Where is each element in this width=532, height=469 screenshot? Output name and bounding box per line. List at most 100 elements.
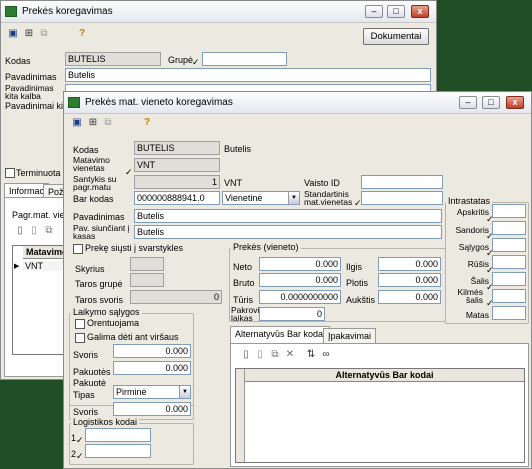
save-icon[interactable]: ▣ xyxy=(71,117,83,129)
binoculars-icon[interactable]: ∞ xyxy=(320,349,332,361)
intra-field[interactable] xyxy=(492,289,526,303)
back-kodas-field: BUTELIS xyxy=(65,52,161,66)
tab-ipakavimai[interactable]: Įpakavimai xyxy=(323,328,377,343)
back-grupe-label: Grupė xyxy=(168,55,194,65)
tab-alternatyvus[interactable]: Alternatyvūs Bar kodai xyxy=(230,326,331,343)
pakuotes-field[interactable]: 0.000 xyxy=(113,361,191,375)
log2-field[interactable] xyxy=(85,444,151,458)
aukstis-field[interactable]: 0.000 xyxy=(378,290,441,304)
documents-button[interactable]: Dokumentai xyxy=(363,28,429,45)
tipas-value: Pirminė xyxy=(116,387,147,397)
intrastatas-title: Intrastatas xyxy=(446,196,493,206)
orientuojama-checkbox[interactable] xyxy=(75,319,85,329)
help-icon[interactable]: ? xyxy=(77,28,87,40)
sort-icon[interactable]: ⇅ xyxy=(305,349,317,361)
check-icon: ✓ xyxy=(76,435,84,445)
copy-row-icon[interactable]: ⧉ xyxy=(269,349,281,361)
laikymo-title: Laikymo sąlygos xyxy=(71,307,142,317)
plotis-field[interactable]: 0.000 xyxy=(378,273,441,287)
galima-checkbox[interactable] xyxy=(75,333,85,343)
bruto-field[interactable]: 0.000 xyxy=(259,273,341,287)
intra-label: Sandoris xyxy=(455,225,489,235)
taros-svoris-field: 0 xyxy=(130,290,222,304)
prekes-title: Prekės (vieneto) xyxy=(231,242,301,252)
turis-field[interactable]: 0.0000000000 xyxy=(259,290,341,304)
intra-field[interactable] xyxy=(492,306,526,320)
log1-field[interactable] xyxy=(85,428,151,442)
back-titlebar: Prekės koregavimas – □ x xyxy=(1,1,436,23)
taros-grupe-field xyxy=(130,273,164,287)
tree-icon[interactable]: ⊞ xyxy=(22,28,36,40)
pav-siunciant-field[interactable]: Butelis xyxy=(134,225,442,239)
intra-label: Šalis xyxy=(470,276,489,286)
intra-field[interactable] xyxy=(492,221,526,235)
intra-label: Matas xyxy=(465,310,489,320)
chevron-down-icon[interactable]: ▼ xyxy=(288,192,299,204)
matavimo-label: Matavimo vienetas xyxy=(73,155,110,173)
santykis-unit: VNT xyxy=(224,178,242,188)
back-pavadinimai-label: Pavadinimai ki xyxy=(5,101,64,111)
pavadinimas-field[interactable]: Butelis xyxy=(134,209,442,223)
kodas-name: Butelis xyxy=(224,144,252,154)
ilgis-field[interactable]: 0.000 xyxy=(378,257,441,271)
pak-svoris-field[interactable]: 0.000 xyxy=(113,402,191,416)
svoris-label: Svoris xyxy=(73,350,99,360)
tree-icon[interactable]: ⊞ xyxy=(86,117,100,129)
intra-field[interactable] xyxy=(492,255,526,269)
intra-label: Apskritis xyxy=(456,207,489,217)
copy-row-icon[interactable]: ⧉ xyxy=(43,225,55,237)
back-grid-header: Matavimo xyxy=(23,246,68,259)
barkodas-field[interactable]: 000000888941.0 xyxy=(134,191,220,205)
neto-field[interactable]: 0.000 xyxy=(259,257,341,271)
close-icon[interactable]: x xyxy=(411,5,429,18)
edit-icon[interactable]: ▯ xyxy=(29,225,39,237)
row-pointer-icon: ▶ xyxy=(14,263,20,270)
maximize-icon[interactable]: □ xyxy=(482,96,500,109)
new-icon[interactable]: ▯ xyxy=(15,225,25,237)
help-icon[interactable]: ? xyxy=(142,117,152,129)
standartinis-field[interactable] xyxy=(361,191,443,205)
turis-label: Tūris xyxy=(233,295,253,305)
pav-siunciant-label: Pav. siunčiant į kasas xyxy=(73,223,130,241)
pakuotes-label: Pakuotės xyxy=(73,367,111,377)
ilgis-label: Ilgis xyxy=(346,262,363,272)
svoris-field[interactable]: 0.000 xyxy=(113,344,191,358)
back-pavadinimas-field[interactable]: Butelis xyxy=(65,68,431,82)
terminuota-label: Terminuota xyxy=(16,168,61,178)
back-grupe-field[interactable] xyxy=(202,52,287,66)
intra-field[interactable] xyxy=(492,238,526,252)
new-icon[interactable]: ▯ xyxy=(241,349,251,361)
delete-icon[interactable]: ✕ xyxy=(285,349,295,361)
pak-svoris-label: Svoris xyxy=(73,407,99,417)
front-window: Prekės mat. vieneto koregavimas – □ x ▣ … xyxy=(63,91,532,469)
copy-icon[interactable]: ⧉ xyxy=(102,117,114,129)
maximize-icon[interactable]: □ xyxy=(387,5,405,18)
edit-icon[interactable]: ▯ xyxy=(255,349,265,361)
minimize-icon[interactable]: – xyxy=(365,5,383,18)
check-icon: ✓ xyxy=(192,57,200,67)
pakuote-title: Pakuotė xyxy=(71,378,109,388)
chevron-down-icon[interactable]: ▼ xyxy=(179,386,190,398)
skyrius-label: Skyrius xyxy=(75,264,105,274)
intra-label: Sąlygos xyxy=(458,242,489,252)
minimize-icon[interactable]: – xyxy=(459,96,477,109)
back-grid-cell[interactable]: VNT xyxy=(23,261,64,271)
barkodas-type-select[interactable]: Vienetinė ▼ xyxy=(222,191,300,205)
kodas-label: Kodas xyxy=(73,145,99,155)
close-icon[interactable]: x xyxy=(506,96,524,109)
galima-label: Galima dėti ant viršaus xyxy=(87,332,179,342)
back-pav-kita-label: Pavadinimas kita kalba xyxy=(5,83,54,101)
preke-siusti-checkbox[interactable] xyxy=(73,244,83,254)
pavadinimas-label: Pavadinimas xyxy=(73,212,125,222)
taros-svoris-label: Taros svoris xyxy=(75,295,124,305)
terminuota-checkbox[interactable] xyxy=(5,168,15,178)
vaisto-field[interactable] xyxy=(361,175,443,189)
pakrovimo-field[interactable]: 0 xyxy=(259,307,325,321)
tipas-select[interactable]: Pirminė ▼ xyxy=(113,385,191,399)
intra-field[interactable] xyxy=(492,204,526,218)
matavimo-field[interactable]: VNT xyxy=(134,158,220,172)
save-icon[interactable]: ▣ xyxy=(7,28,19,40)
copy-icon[interactable]: ⧉ xyxy=(38,28,50,40)
alt-grid-header: Alternatyvūs Bar kodai xyxy=(245,369,524,382)
intra-field[interactable] xyxy=(492,272,526,286)
